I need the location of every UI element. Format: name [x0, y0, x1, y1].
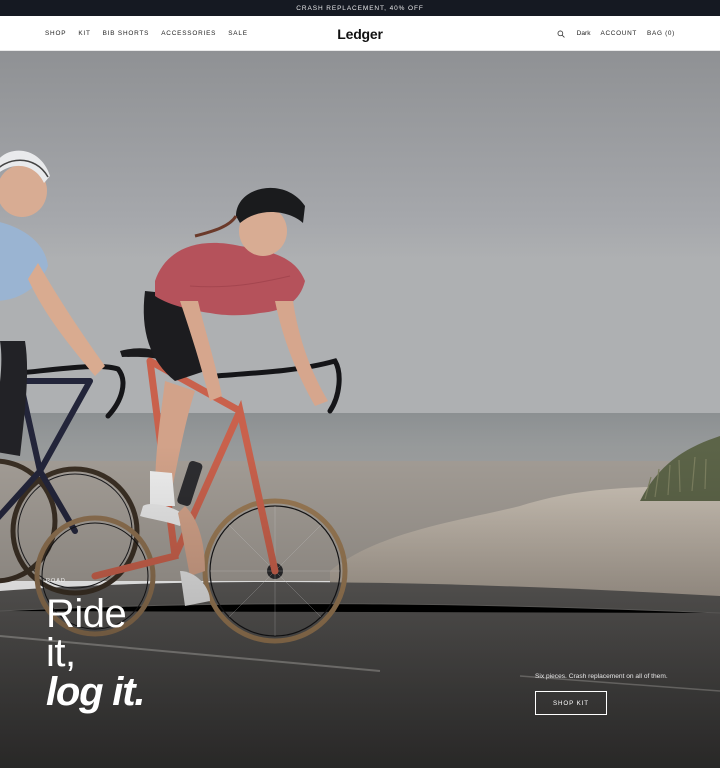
page-bottom-strip: [0, 768, 720, 780]
main-nav: SHOP KIT BIB SHORTS ACCESSORIES SALE: [45, 16, 248, 51]
nav-link-shop[interactable]: SHOP: [45, 30, 66, 37]
hero-title: Ride it, log it.: [46, 592, 145, 715]
hero-title-line-3: log it.: [46, 670, 145, 715]
nav-link-sale[interactable]: SALE: [228, 30, 248, 37]
site-header: SHOP KIT BIB SHORTS ACCESSORIES SALE Led…: [0, 16, 720, 51]
nav-link-accessories[interactable]: ACCESSORIES: [161, 30, 216, 37]
promo-bar: CRASH REPLACEMENT, 40% OFF: [0, 0, 720, 16]
site-logo[interactable]: Ledger: [337, 26, 383, 42]
nav-link-bib-shorts[interactable]: BIB SHORTS: [103, 30, 150, 37]
hero-section: ROAD Ride it, log it. Six pieces. Crash …: [0, 51, 720, 768]
utility-nav: Dark ACCOUNT BAG (0): [556, 16, 675, 51]
hero-cta-block: Six pieces. Crash replacement on all of …: [535, 673, 668, 715]
theme-toggle[interactable]: Dark: [577, 30, 591, 37]
hero-title-line-1: Ride: [46, 592, 127, 636]
account-link[interactable]: ACCOUNT: [601, 30, 638, 37]
nav-link-kit[interactable]: KIT: [78, 30, 90, 37]
hero-copy: ROAD Ride it, log it.: [46, 578, 145, 715]
promo-text: CRASH REPLACEMENT, 40% OFF: [296, 4, 424, 12]
bag-link[interactable]: BAG (0): [647, 30, 675, 37]
search-icon[interactable]: [556, 29, 566, 39]
shop-kit-button[interactable]: SHOP KIT: [535, 691, 607, 715]
hero-subtext: Six pieces. Crash replacement on all of …: [535, 673, 668, 680]
hero-title-line-2: it,: [46, 631, 76, 676]
hero-eyebrow: ROAD: [46, 578, 66, 584]
